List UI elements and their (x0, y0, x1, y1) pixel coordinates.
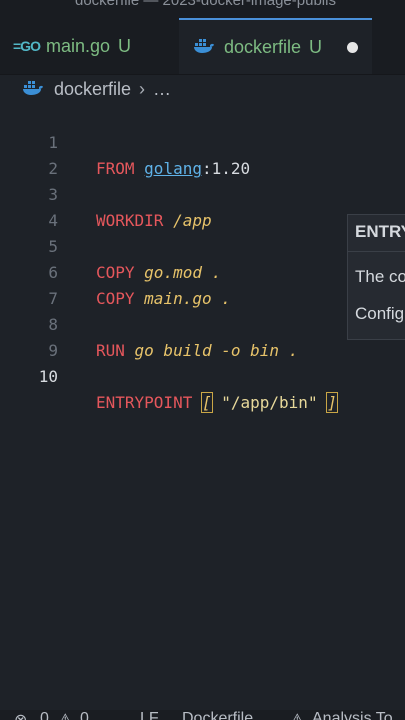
hover-divider (348, 251, 405, 252)
hover-title: ENTRYPOINT (355, 222, 405, 241)
window-title: dockerfile — 2023-docker-image-publis (75, 0, 336, 9)
hover-text: Config (355, 304, 405, 323)
eol-indicator[interactable]: LF (140, 710, 159, 720)
tab-main-go[interactable]: =GO main.go U (0, 18, 178, 74)
docker-icon (22, 79, 44, 100)
errors-icon[interactable]: ⊗ (14, 710, 27, 720)
window-title-bar: dockerfile — 2023-docker-image-publis (0, 0, 405, 18)
code-line[interactable]: 4 (0, 182, 405, 230)
code-line[interactable]: 6 COPY main.go . (0, 234, 405, 308)
status-bar: ⊗ 0 ⚠ 0 LF Dockerfile ⚠ Analysis To (0, 710, 405, 720)
hover-text: The co (355, 267, 405, 286)
code-line-current[interactable]: 10 ENTRYPOINT [ "/app/bin" ] (0, 338, 405, 413)
warning-icon: ⚠ (290, 710, 304, 720)
code-line[interactable]: 1 FROM golang:1.20 (0, 104, 405, 178)
string: "/app/bin" (211, 393, 328, 412)
docker-icon (193, 37, 215, 58)
breadcrumb-more[interactable]: … (153, 79, 171, 100)
tab-bar-empty (372, 18, 405, 74)
tab-label: dockerfile (224, 36, 302, 57)
code-line[interactable]: 9 (0, 312, 405, 360)
warning-count[interactable]: 0 (80, 710, 89, 720)
breadcrumb-file[interactable]: dockerfile (54, 79, 131, 100)
warning-icon[interactable]: ⚠ (58, 710, 72, 720)
code-line[interactable]: 3 WORKDIR /app (0, 156, 405, 230)
tab-dockerfile[interactable]: dockerfile U (179, 18, 372, 74)
code-line[interactable]: 5 COPY go.mod . (0, 208, 405, 282)
line-number: 10 (38, 367, 58, 386)
tab-git-status: U (118, 35, 132, 56)
code-line[interactable]: 8 RUN go build -o bin . (0, 286, 405, 360)
error-count[interactable]: 0 (40, 710, 49, 720)
chevron-right-icon: › (139, 78, 146, 99)
analysis-status[interactable]: Analysis To (312, 710, 393, 720)
bracket-close: ] (326, 392, 338, 413)
tab-label: main.go (45, 35, 111, 56)
code-line[interactable]: 2 (0, 130, 405, 178)
unsaved-dot-icon[interactable] (347, 41, 358, 53)
code-line[interactable]: 7 (0, 260, 405, 308)
tab-bar: =GO main.go U dockerfile U (0, 18, 405, 75)
language-mode[interactable]: Dockerfile (182, 710, 253, 720)
keyword: ENTRYPOINT (96, 393, 202, 412)
bracket-open: [ (201, 392, 213, 413)
tab-git-status: U (309, 36, 323, 57)
breadcrumb: dockerfile › … (0, 75, 405, 103)
hover-tooltip: ENTRYPOINT The co Config (347, 214, 405, 340)
go-file-icon: =GO (13, 38, 41, 54)
